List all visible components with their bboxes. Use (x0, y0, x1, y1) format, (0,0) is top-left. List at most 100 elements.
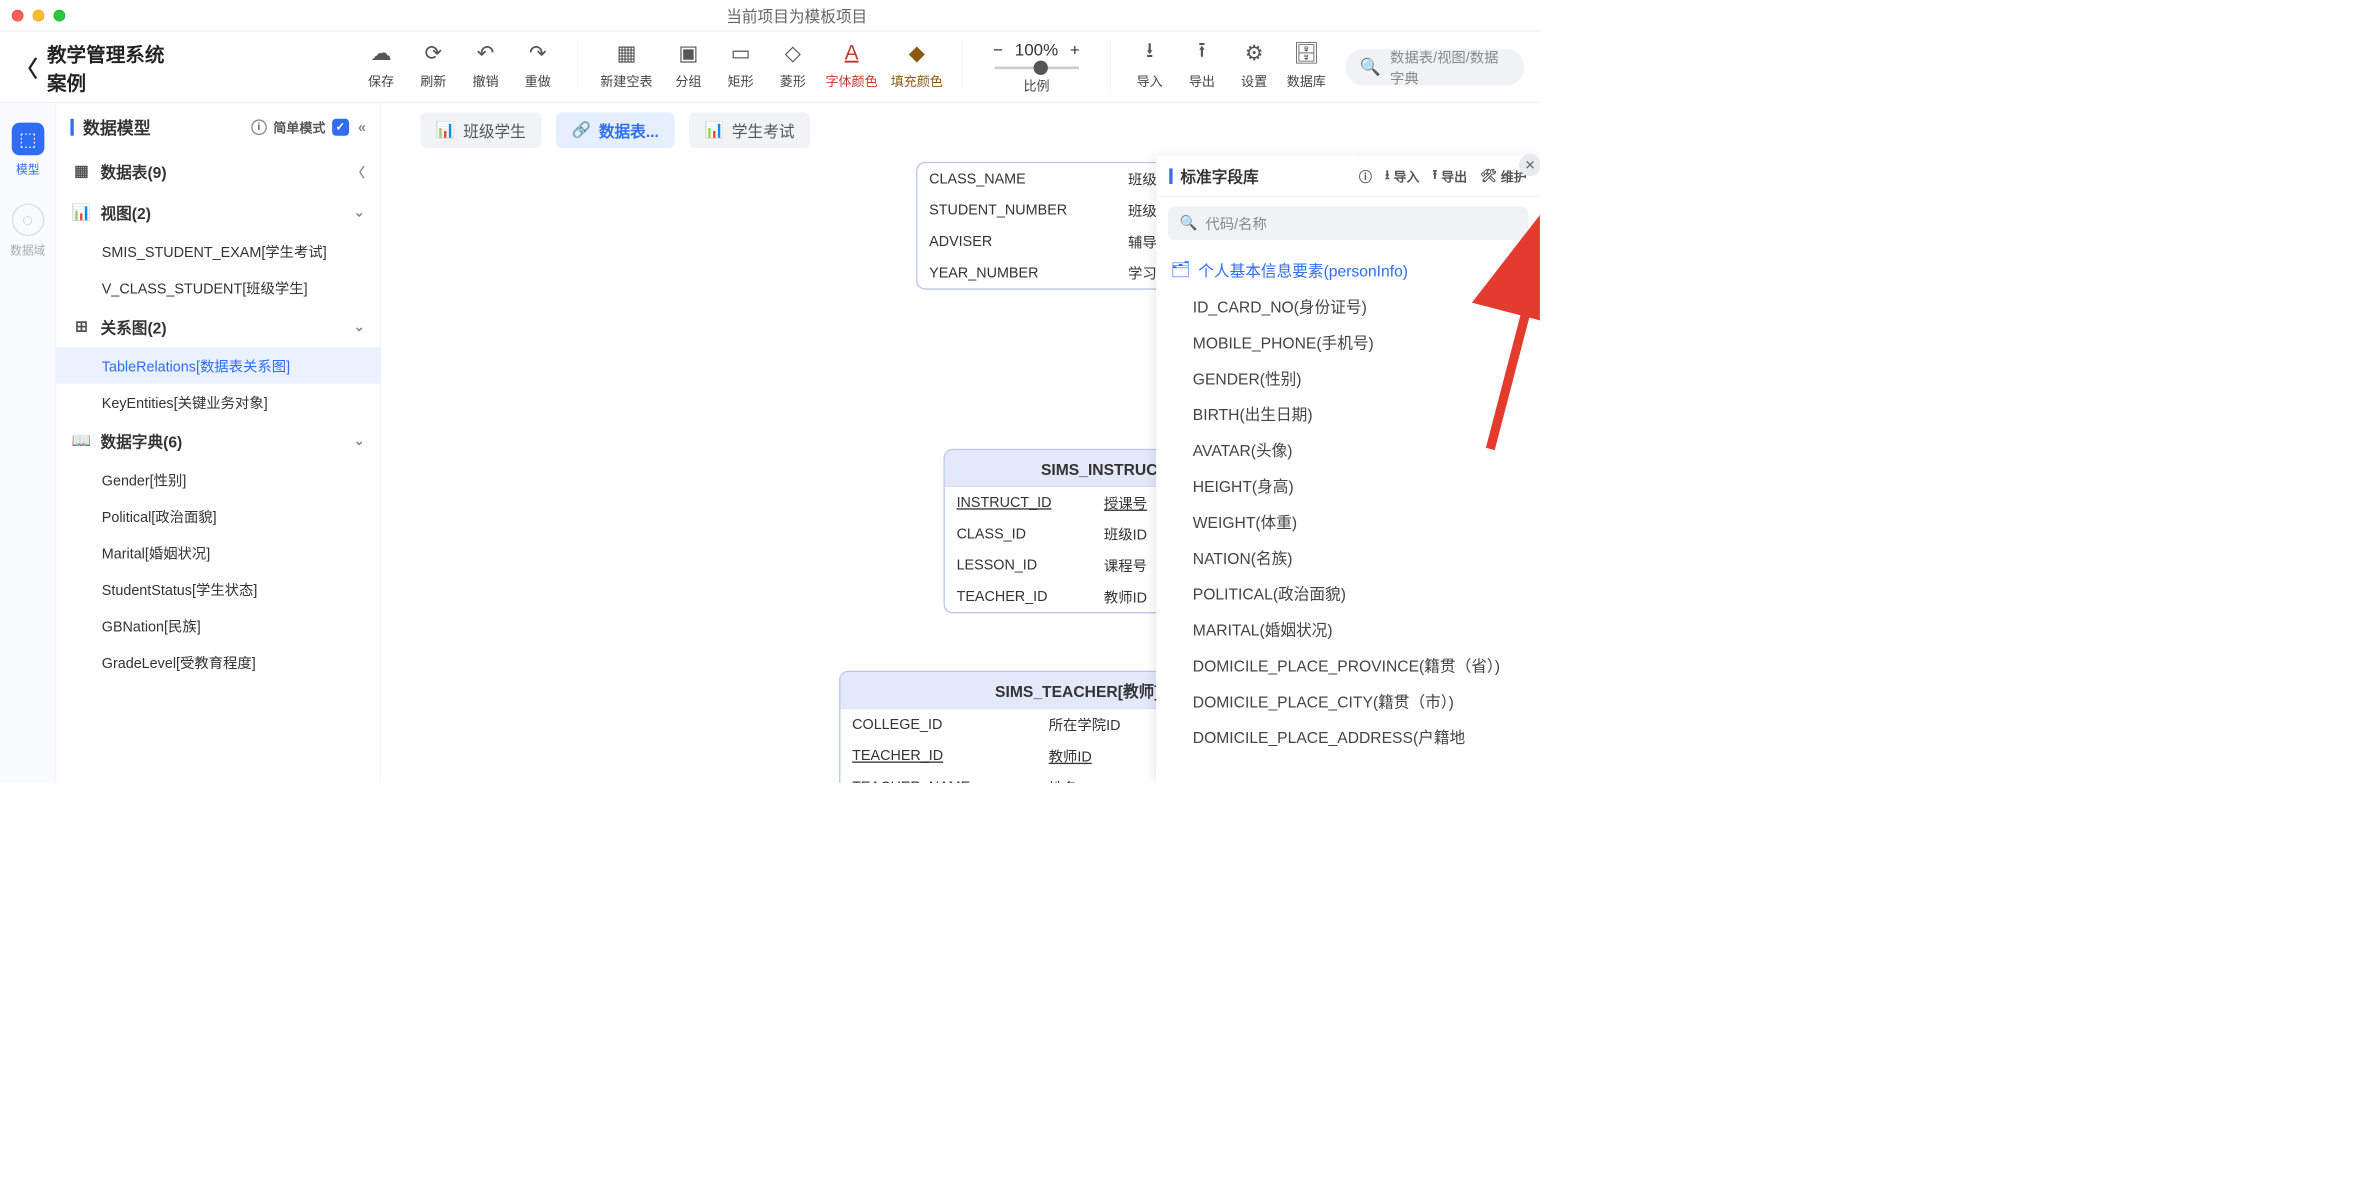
section-dicts[interactable]: 📖数据字典(6)⌄ (56, 420, 380, 461)
undo-icon: ↶ (477, 39, 494, 65)
fieldlib-item[interactable]: HEIGHT(身高) (1156, 467, 1540, 503)
close-panel-icon[interactable]: ✕ (1519, 154, 1540, 176)
dict-icon: 📖 (72, 431, 92, 450)
refresh-button[interactable]: ⟳刷新 (407, 39, 459, 89)
import-icon: ⭳ (1146, 39, 1153, 65)
tree-item[interactable]: SMIS_STUDENT_EXAM[学生考试] (56, 233, 380, 270)
diagram-canvas[interactable]: 📊班级学生 🔗数据表... 📊学生考试 CLASS_NAME班级名称名称STUD… (381, 103, 1540, 783)
tree-item[interactable]: Marital[婚姻状况] (56, 534, 380, 571)
settings-button[interactable]: ⚙设置 (1228, 39, 1280, 89)
breadcrumb[interactable]: 〈 教学管理系统案例 (16, 38, 173, 95)
relation-icon: 🔗 (572, 121, 592, 140)
tree-item[interactable]: GradeLevel[受教育程度] (56, 644, 380, 681)
search-icon: 🔍 (1180, 215, 1198, 232)
zoom-slider[interactable] (994, 66, 1079, 69)
view-icon: 📊 (72, 203, 92, 222)
canvas-tabs: 📊班级学生 🔗数据表... 📊学生考试 (420, 112, 810, 148)
cube-icon: ⬚ (11, 123, 44, 156)
minimize-window-icon[interactable] (33, 9, 45, 21)
section-views[interactable]: 📊视图(2)⌄ (56, 192, 380, 233)
fieldlib-item[interactable]: DOMICILE_PLACE_PROVINCE(籍贯（省）) (1156, 647, 1540, 683)
export-button[interactable]: ⭱导出 (1176, 39, 1228, 89)
tree-item[interactable]: Political[政治面貌] (56, 498, 380, 535)
fieldlib-item[interactable]: BIRTH(出生日期) (1156, 395, 1540, 431)
text-color-icon: A (845, 39, 859, 65)
tree-item[interactable]: Gender[性别] (56, 461, 380, 498)
rail-datadomain[interactable]: ◌ 数据域 (9, 204, 46, 259)
section-tables[interactable]: ▦数据表(9)〈 (56, 151, 380, 192)
search-input[interactable]: 🔍 数据表/视图/数据字典 (1345, 49, 1524, 86)
chevron-left-icon: 〈 (352, 162, 365, 181)
text-color-button[interactable]: A字体颜色 (819, 39, 884, 89)
gear-icon: ⚙ (1245, 39, 1264, 65)
fieldlib-item[interactable]: MARITAL(婚姻状况) (1156, 611, 1540, 647)
nav-rail: ⬚ 模型 ◌ 数据域 (0, 103, 56, 783)
export-icon: ⭱ (1198, 39, 1205, 65)
fieldlib-item[interactable]: MOBILE_PHONE(手机号) (1156, 324, 1540, 360)
database-button[interactable]: 🗄数据库 (1280, 39, 1332, 89)
section-diagrams[interactable]: ⊞关系图(2)⌄ (56, 306, 380, 347)
panel-title: 标准字段库 (1180, 164, 1258, 187)
fill-color-button[interactable]: ◆填充颜色 (884, 39, 949, 89)
chevron-down-icon: ⌄ (354, 433, 365, 449)
new-table-icon: ▦ (617, 39, 637, 65)
tab-datatable[interactable]: 🔗数据表... (556, 112, 675, 148)
fieldlib-item[interactable]: GENDER(性别) (1156, 360, 1540, 396)
tree-item[interactable]: V_CLASS_STUDENT[班级学生] (56, 269, 380, 306)
panel-import-button[interactable]: ⭳ 导入 (1385, 165, 1420, 187)
field-library-panel: ✕ 标准字段库 ⓘ ⭳ 导入 ⭱ 导出 🛠 维护 🔍 代码/名称 (1156, 155, 1540, 783)
fieldlib-section[interactable]: 🗂 个人基本信息要素(personInfo) ⌄ (1156, 252, 1540, 288)
mode-checkbox[interactable]: ✓ (332, 118, 349, 135)
bar-chart-icon: 📊 (436, 121, 456, 140)
fieldlib-item[interactable]: ID_CARD_NO(身份证号) (1156, 288, 1540, 324)
database-icon: 🗄 (1293, 39, 1320, 65)
rect-icon: ▭ (731, 39, 751, 65)
zoom-in-icon[interactable]: + (1070, 39, 1080, 59)
tab-student-exam[interactable]: 📊学生考试 (689, 112, 810, 148)
tree-item-active[interactable]: TableRelations[数据表关系图] (56, 347, 380, 384)
rail-model[interactable]: ⬚ 模型 (9, 123, 46, 178)
zoom-out-icon[interactable]: − (993, 39, 1003, 59)
new-table-button[interactable]: ▦新建空表 (591, 39, 663, 89)
undo-button[interactable]: ↶撤销 (459, 39, 511, 89)
zoom-value: 100% (1015, 39, 1058, 59)
info-icon[interactable]: i (251, 119, 267, 135)
redo-button[interactable]: ↷重做 (512, 39, 564, 89)
back-chevron-icon[interactable]: 〈 (16, 51, 38, 83)
import-button[interactable]: ⭳导入 (1124, 39, 1176, 89)
window-controls (12, 9, 66, 21)
globe-icon: ◌ (11, 204, 44, 237)
rect-button[interactable]: ▭矩形 (715, 39, 767, 89)
search-icon: 🔍 (1360, 57, 1381, 77)
panel-info-icon[interactable]: ⓘ (1359, 165, 1372, 187)
fieldlib-item[interactable]: DOMICILE_PLACE_ADDRESS(户籍地 (1156, 718, 1540, 754)
side-panel: 数据模型 i 简单模式 ✓ « ▦数据表(9)〈 📊视图(2)⌄ SMIS_ST… (56, 103, 381, 783)
maximize-window-icon[interactable] (54, 9, 66, 21)
zoom-control[interactable]: − 100% + 比例 (976, 39, 1097, 94)
fieldlib-item[interactable]: DOMICILE_PLACE_CITY(籍贯（市）) (1156, 683, 1540, 719)
model-tree: ▦数据表(9)〈 📊视图(2)⌄ SMIS_STUDENT_EXAM[学生考试]… (56, 151, 380, 783)
panel-search-input[interactable]: 🔍 代码/名称 (1168, 206, 1528, 240)
diamond-icon: ◇ (785, 39, 801, 65)
tree-item[interactable]: StudentStatus[学生状态] (56, 571, 380, 608)
tree-item[interactable]: KeyEntities[关键业务对象] (56, 384, 380, 421)
chevron-down-icon: ⌄ (354, 204, 365, 220)
fieldlib-item[interactable]: AVATAR(头像) (1156, 431, 1540, 467)
tab-class-student[interactable]: 📊班级学生 (420, 112, 541, 148)
fieldlib-item[interactable]: POLITICAL(政治面貌) (1156, 575, 1540, 611)
collapse-side-icon[interactable]: « (358, 118, 366, 135)
close-window-icon[interactable] (12, 9, 24, 21)
fieldlib-item[interactable]: NATION(名族) (1156, 539, 1540, 575)
diamond-button[interactable]: ◇菱形 (767, 39, 819, 89)
group-button[interactable]: ▣分组 (662, 39, 714, 89)
window-title: 当前项目为模板项目 (65, 4, 1528, 27)
chevron-down-icon: ⌄ (354, 318, 365, 334)
fieldlib-item[interactable]: WEIGHT(体重) (1156, 503, 1540, 539)
mode-label: 简单模式 (273, 117, 325, 136)
fill-color-icon: ◆ (909, 39, 925, 65)
tree-item[interactable]: GBNation[民族] (56, 607, 380, 644)
bar-chart-icon: 📊 (705, 121, 725, 140)
save-button[interactable]: ☁︎保存 (355, 39, 407, 89)
panel-export-button[interactable]: ⭱ 导出 (1433, 165, 1468, 187)
project-title: 教学管理系统案例 (47, 38, 172, 95)
